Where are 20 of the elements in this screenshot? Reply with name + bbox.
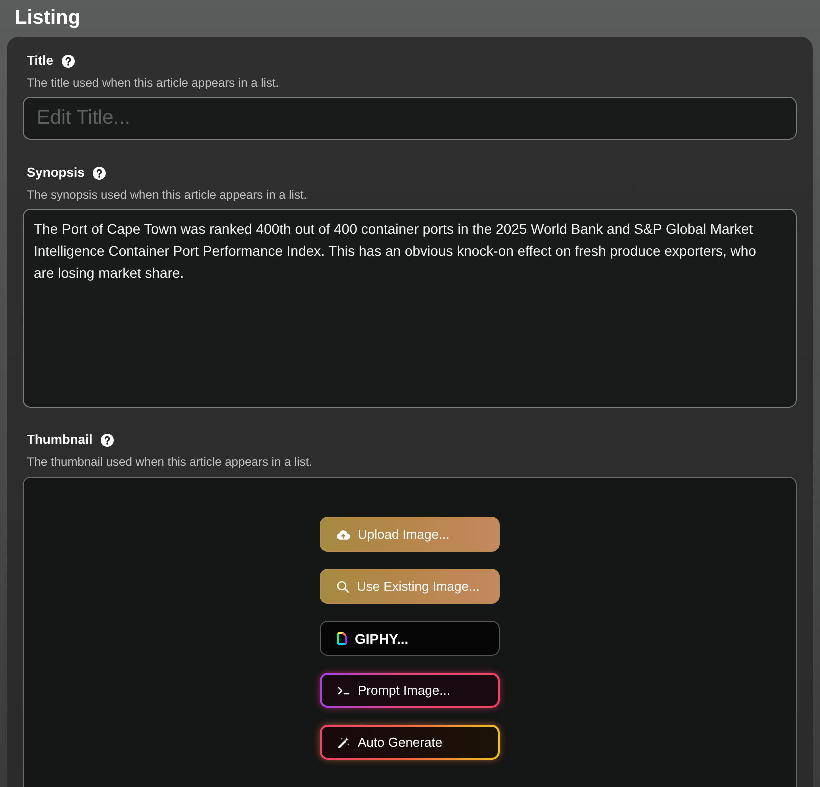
field-label: Title [27, 53, 54, 69]
prompt-image-button[interactable]: Prompt Image... [320, 673, 500, 708]
field-description: The title used when this article appears in a list. [26, 75, 280, 91]
field-label: Thumbnail [27, 432, 93, 448]
field-description: The synopsis used when this article appears in a list. [26, 187, 308, 203]
terminal-prompt-icon [338, 686, 350, 694]
auto-generate-button[interactable]: Auto Generate [320, 725, 500, 760]
magic-wand-icon [338, 736, 350, 748]
giphy-button[interactable]: GIPHY... [320, 621, 500, 656]
field-label: Synopsis [27, 165, 85, 181]
help-icon[interactable] [100, 434, 114, 446]
help-icon[interactable] [92, 166, 106, 180]
field-description: The thumbnail used when this article appears in a list. [26, 454, 314, 470]
title-input-field[interactable]: Edit Title... [23, 97, 797, 140]
file-icon [337, 632, 347, 645]
help-icon[interactable] [62, 54, 74, 68]
synopsis-text-field[interactable]: The Port of Cape Town was ranked 400th out of 400 container ports in the 2025 World Bank and S&P Global Market Intelligence Container Port Performance Index. This has an obvious knock-on effect on fresh produce exporters, who are losing market share. [23, 209, 797, 408]
section-heading: Listing [14, 6, 82, 30]
search-icon [337, 580, 349, 592]
cloud-upload-icon [337, 530, 350, 540]
